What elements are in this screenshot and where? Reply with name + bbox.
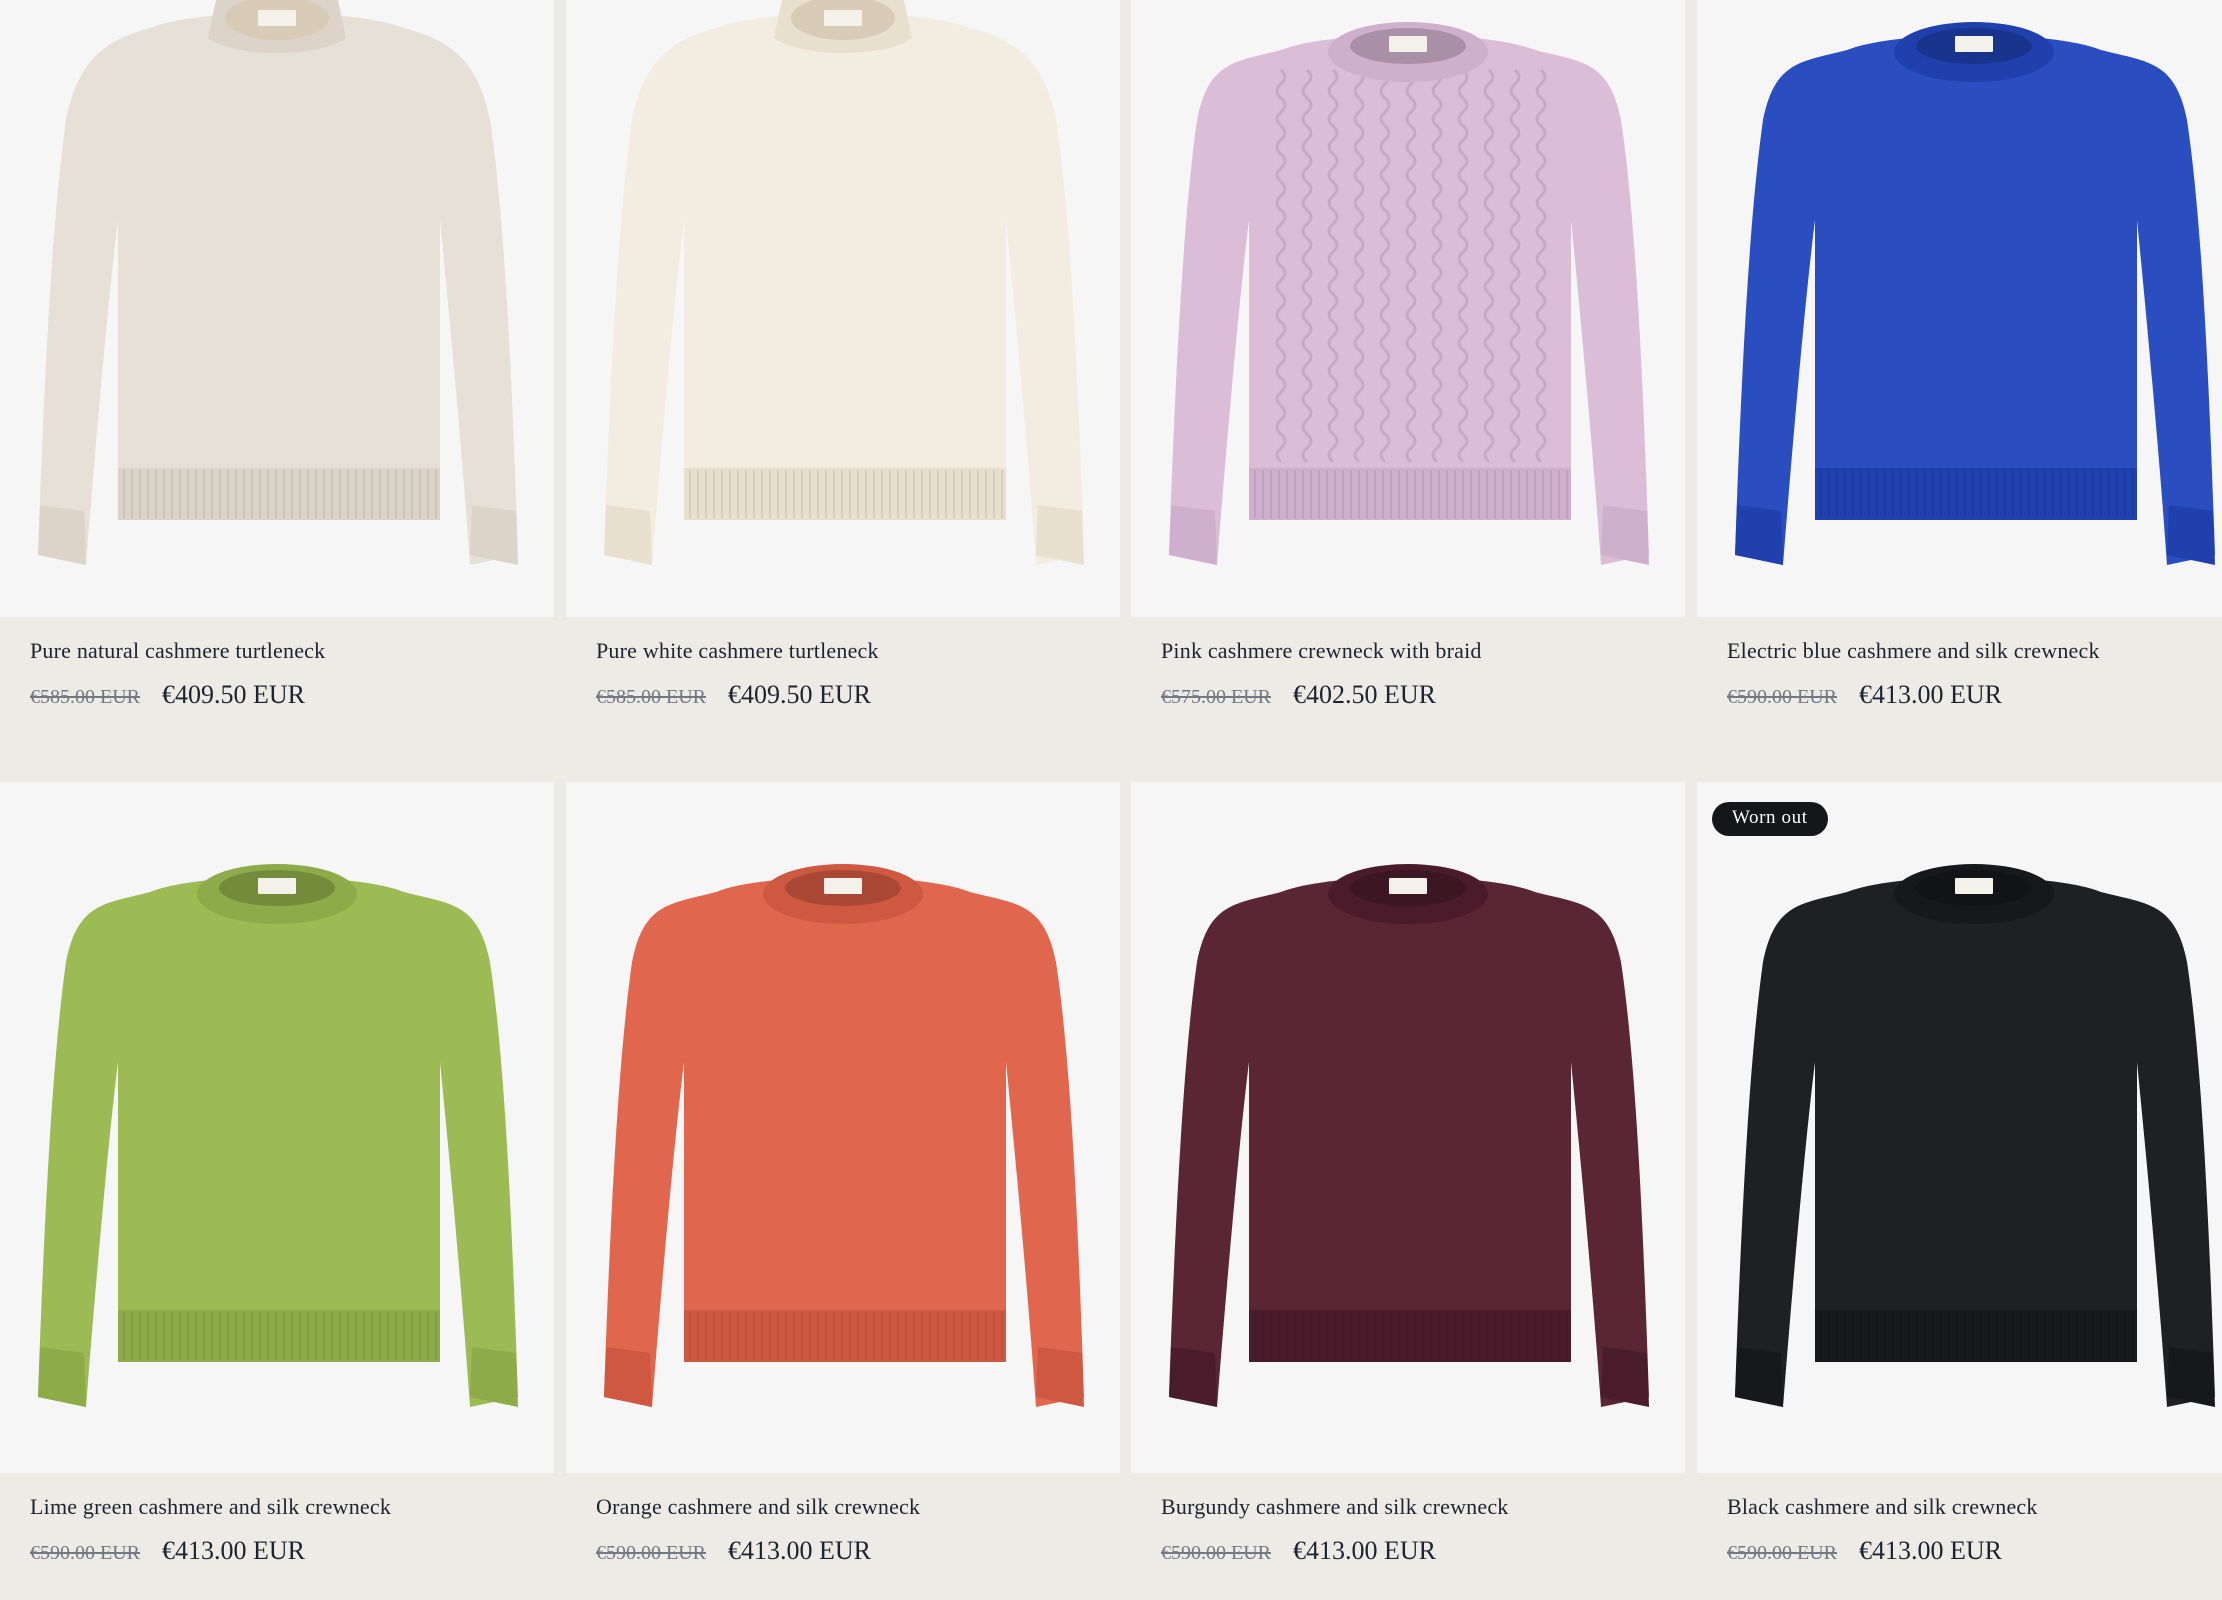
product-name[interactable]: Pink cashmere crewneck with braid (1161, 638, 1482, 664)
sale-price: €409.50 EUR (162, 680, 305, 709)
product-image-area[interactable] (1697, 0, 2222, 617)
product-card[interactable]: Electric blue cashmere and silk crewneck… (1697, 0, 2222, 782)
product-prices: €585.00 EUR €409.50 EUR (596, 680, 871, 710)
product-image-area[interactable] (1697, 782, 2222, 1473)
sale-price: €413.00 EUR (1293, 1536, 1436, 1565)
sale-price: €413.00 EUR (728, 1536, 871, 1565)
product-image[interactable] (1131, 0, 1685, 617)
product-image[interactable] (566, 782, 1120, 1473)
brand-label (824, 878, 862, 894)
sale-price: €413.00 EUR (1859, 1536, 2002, 1565)
product-prices: €590.00 EUR €413.00 EUR (1161, 1536, 1436, 1566)
product-image-area[interactable] (0, 782, 554, 1473)
product-prices: €590.00 EUR €413.00 EUR (596, 1536, 871, 1566)
product-image-area[interactable] (566, 0, 1120, 617)
original-price: €575.00 EUR (1161, 686, 1271, 708)
brand-label (824, 10, 862, 26)
product-image-area[interactable] (566, 782, 1120, 1473)
product-prices: €590.00 EUR €413.00 EUR (30, 1536, 305, 1566)
original-price: €590.00 EUR (1161, 1542, 1271, 1564)
product-prices: €590.00 EUR €413.00 EUR (1727, 1536, 2002, 1566)
product-grid: Pure natural cashmere turtleneck €585.00 … (0, 0, 2222, 1600)
product-name[interactable]: Burgundy cashmere and silk crewneck (1161, 1494, 1508, 1520)
sale-price: €413.00 EUR (1859, 680, 2002, 709)
product-image[interactable] (0, 0, 554, 617)
product-card[interactable]: Pure white cashmere turtleneck €585.00 EU… (566, 0, 1120, 782)
product-card[interactable]: Pure natural cashmere turtleneck €585.00 … (0, 0, 554, 782)
product-card[interactable]: Pink cashmere crewneck with braid €575.00… (1131, 0, 1685, 782)
product-prices: €585.00 EUR €409.50 EUR (30, 680, 305, 710)
brand-label (1955, 36, 1993, 52)
original-price: €590.00 EUR (1727, 1542, 1837, 1564)
product-prices: €590.00 EUR €413.00 EUR (1727, 680, 2002, 710)
product-image-area[interactable] (1131, 0, 1685, 617)
product-image[interactable] (1697, 782, 2222, 1473)
original-price: €590.00 EUR (30, 1542, 140, 1564)
brand-label (1955, 878, 1993, 894)
product-prices: €575.00 EUR €402.50 EUR (1161, 680, 1436, 710)
product-card[interactable]: Burgundy cashmere and silk crewneck €590.… (1131, 782, 1685, 1600)
product-image-area[interactable] (1131, 782, 1685, 1473)
brand-label (258, 878, 296, 894)
product-image[interactable] (1697, 0, 2222, 617)
product-name[interactable]: Pure white cashmere turtleneck (596, 638, 879, 664)
brand-label (258, 10, 296, 26)
product-name[interactable]: Pure natural cashmere turtleneck (30, 638, 325, 664)
product-name[interactable]: Black cashmere and silk crewneck (1727, 1494, 2038, 1520)
product-image-area[interactable] (0, 0, 554, 617)
product-name[interactable]: Orange cashmere and silk crewneck (596, 1494, 920, 1520)
product-card[interactable]: Orange cashmere and silk crewneck €590.00… (566, 782, 1120, 1600)
original-price: €590.00 EUR (596, 1542, 706, 1564)
brand-label (1389, 36, 1427, 52)
sale-price: €402.50 EUR (1293, 680, 1436, 709)
product-card[interactable]: Worn out Black cashmere and silk crewneck… (1697, 782, 2222, 1600)
product-image[interactable] (0, 782, 554, 1473)
sale-price: €413.00 EUR (162, 1536, 305, 1565)
original-price: €585.00 EUR (596, 686, 706, 708)
product-image[interactable] (1131, 782, 1685, 1473)
original-price: €585.00 EUR (30, 686, 140, 708)
brand-label (1389, 878, 1427, 894)
sold-out-badge: Worn out (1712, 802, 1828, 836)
product-image[interactable] (566, 0, 1120, 617)
product-name[interactable]: Electric blue cashmere and silk crewneck (1727, 638, 2100, 664)
original-price: €590.00 EUR (1727, 686, 1837, 708)
sale-price: €409.50 EUR (728, 680, 871, 709)
product-name[interactable]: Lime green cashmere and silk crewneck (30, 1494, 391, 1520)
product-card[interactable]: Lime green cashmere and silk crewneck €59… (0, 782, 554, 1600)
